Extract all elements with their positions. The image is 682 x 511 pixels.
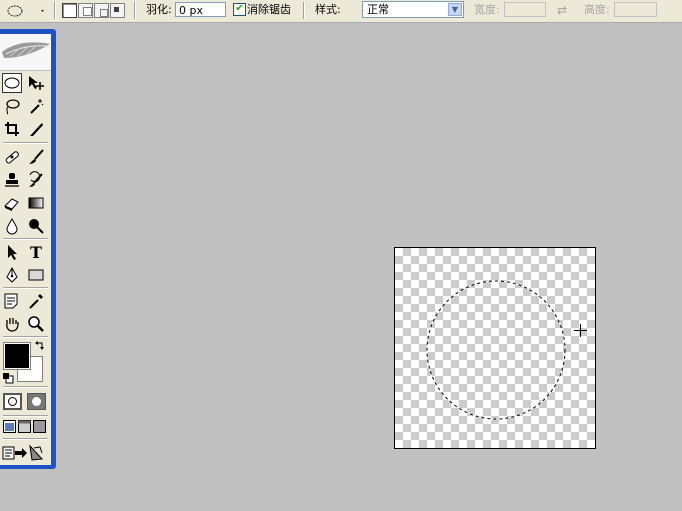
toolbox-divider [3,438,48,440]
feather-logo-icon [2,42,50,58]
full-screen-menu-mode-icon[interactable] [18,420,31,433]
swap-colors-icon[interactable] [34,340,46,352]
lasso-tool[interactable] [2,96,22,116]
toolbox-divider [3,336,48,338]
style-label: 样式: [315,3,341,16]
width-input[interactable] [504,2,546,17]
toolbox-divider [3,287,48,289]
feather-input[interactable]: 0 px [175,2,226,17]
magic-wand-tool[interactable] [26,96,46,116]
separator [54,2,56,19]
crosshair-cursor-icon [574,324,587,337]
default-colors-icon[interactable] [2,372,14,384]
ellipse-marquee-icon [4,77,20,89]
antialias-checkbox[interactable]: ✔ [233,3,246,16]
jump-to-imageready-icon[interactable] [2,443,46,463]
add-to-selection-button[interactable] [78,3,93,18]
separator [134,2,136,19]
new-selection-button[interactable] [62,3,77,18]
toolbox-palette: T [0,29,56,469]
pen-nib-icon [6,266,18,283]
blur-tool[interactable] [2,216,22,236]
swap-arrows-icon[interactable]: ⇄ [557,3,567,17]
intersect-selection-button[interactable] [110,3,125,18]
healing-brush-tool[interactable] [2,147,22,167]
width-label: 宽度: [474,3,500,16]
document-canvas[interactable] [394,247,596,449]
crop-icon [5,122,19,136]
standard-mode-button[interactable] [3,393,22,410]
lasso-icon [6,99,20,115]
move-tool[interactable] [26,73,46,93]
toolbox-divider [3,386,48,388]
toolbox-body: T [0,34,51,465]
slice-knife-icon [30,123,43,136]
gradient-icon [28,197,44,209]
note-icon [4,293,18,309]
brush-icon [29,149,44,164]
notes-tool[interactable] [2,291,22,311]
standard-screen-mode-icon[interactable] [3,420,16,433]
subtract-from-selection-button[interactable] [94,3,109,18]
hand-icon [6,318,19,332]
toolbox-divider [3,415,48,417]
svg-text:T: T [30,243,42,261]
chevron-down-icon[interactable]: ▼ [448,3,462,16]
quick-mask-icon [28,394,45,409]
ellipse-marquee-icon [7,5,44,17]
height-input[interactable] [614,2,657,17]
toolbox-divider [3,142,48,144]
standard-mode-icon [8,397,17,406]
tool-preset-picker[interactable] [6,2,46,19]
options-bar: 羽化: 0 px ✔ 消除锯齿 样式: 正常 ▼ 宽度: ⇄ 高度: [0,0,682,23]
toolbox-header[interactable] [0,34,51,71]
history-brush-icon [29,171,43,187]
gradient-tool[interactable] [26,193,46,213]
water-drop-icon [6,218,18,235]
history-brush-tool[interactable] [26,170,46,190]
path-selection-arrow-icon [8,245,17,260]
magic-wand-icon [30,99,44,114]
crop-tool[interactable] [2,119,22,139]
type-t-icon: T [30,243,42,261]
rectangle-shape-tool[interactable] [26,265,46,285]
rectangle-icon [28,269,44,281]
style-select-value: 正常 [367,3,389,16]
eraser-icon [4,198,19,211]
quick-mask-mode-button[interactable] [27,393,46,410]
elliptical-marquee-tool[interactable] [2,73,22,93]
slice-tool[interactable] [26,119,46,139]
elliptical-selection-marquee [426,280,566,420]
separator [303,2,305,19]
eyedropper-icon [29,294,43,309]
eraser-tool[interactable] [2,193,22,213]
path-selection-tool[interactable] [2,242,22,262]
clone-stamp-tool[interactable] [2,170,22,190]
type-tool[interactable]: T [26,242,46,262]
dodge-tool[interactable] [26,216,46,236]
full-screen-mode-icon[interactable] [33,420,46,433]
antialias-label: 消除锯齿 [247,3,291,16]
height-label: 高度: [584,3,610,16]
move-icon [29,76,44,90]
eyedropper-tool[interactable] [26,291,46,311]
foreground-color-swatch-top[interactable] [3,342,31,370]
magnifier-icon [28,316,44,332]
style-select[interactable]: 正常 ▼ [362,1,464,18]
feather-label: 羽化: [146,3,172,16]
toolbox-divider [3,238,48,240]
hand-tool[interactable] [2,314,22,334]
dodge-icon [29,219,44,234]
bandage-icon [5,151,19,164]
stamp-icon [5,173,19,187]
brush-tool[interactable] [26,147,46,167]
zoom-tool[interactable] [26,314,46,334]
pen-tool[interactable] [2,265,22,285]
